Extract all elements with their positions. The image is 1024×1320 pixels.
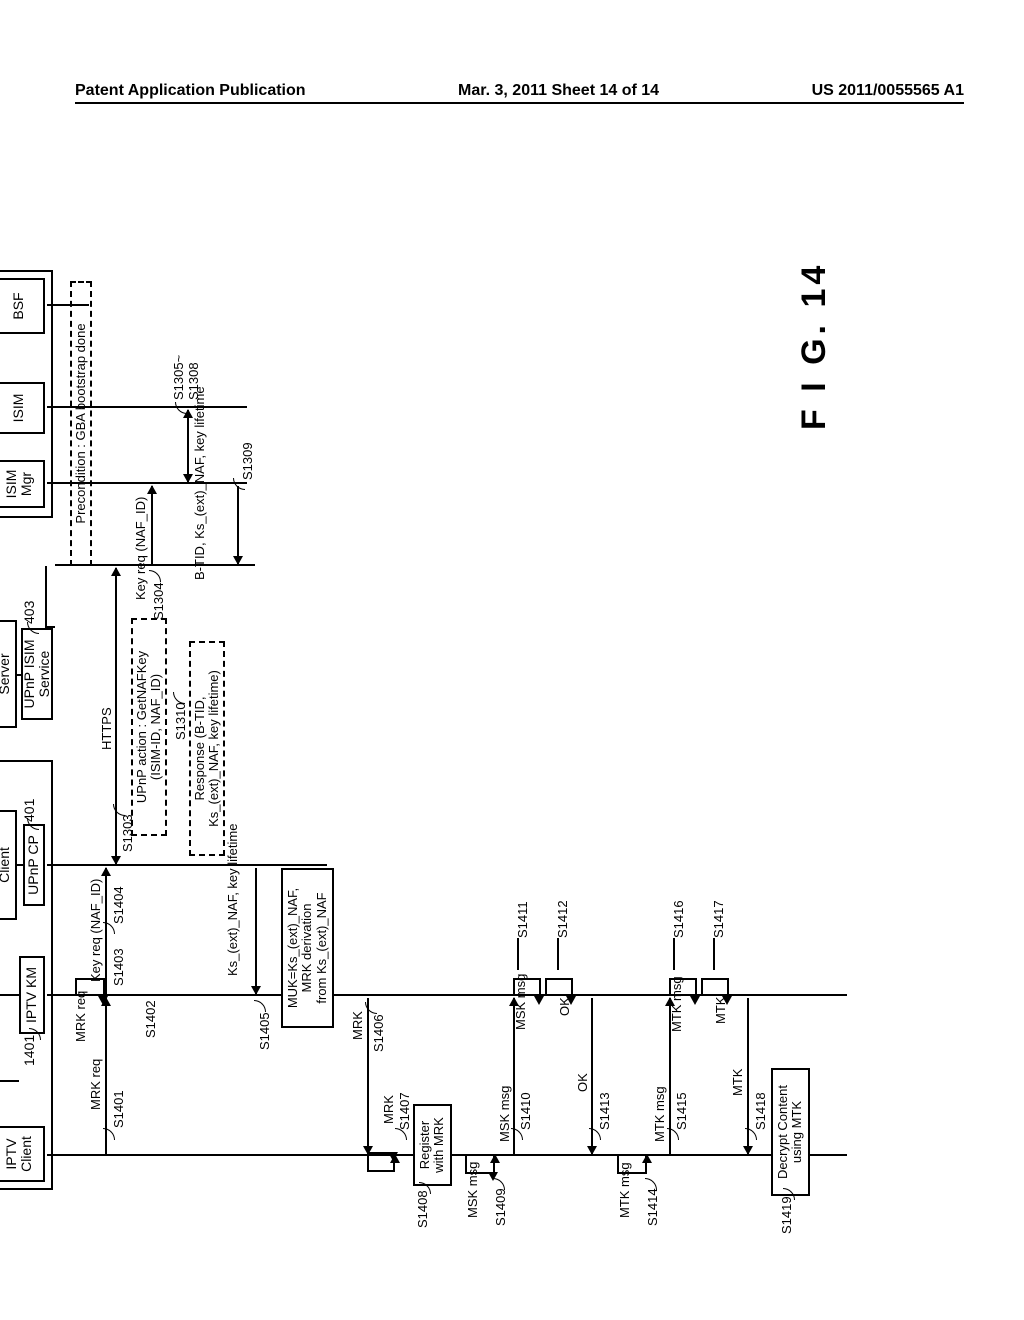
step-s1413: S1413 [597,1092,612,1130]
step-s1406: S1406 [371,1014,386,1052]
arrow-s1305 [187,410,189,482]
upnp-action-box: UPnP action : GetNAFKey (ISIM-ID, NAF_ID… [131,618,167,836]
step-s1416: S1416 [671,900,686,938]
lifeline-remote-client: Remote ISIM Client [0,810,17,920]
label-mrk-1407: MRK [381,1095,396,1124]
label-mtk-1416: MTK msg [669,976,684,1032]
lifeline-bsf: BSF [0,278,45,334]
arrow-s1309 [237,486,239,564]
step-s1412: S1412 [555,900,570,938]
label-mtk-1417: MTK [713,997,728,1024]
step-s1304: S1304 [151,582,166,620]
label-mtk-1418: MTK [730,1069,745,1096]
label-ok-1413: OK [575,1073,590,1092]
step-s1405: S1405 [257,1012,272,1050]
step-s1418: S1418 [753,1092,768,1130]
response-box: Response (B-TID, Ks_(ext)_NAF, key lifet… [189,641,225,856]
header-left: Patent Application Publication [75,82,306,100]
label-s1304: Key req (NAF_ID) [133,497,148,600]
sequence-diagram: ITF 101 Host Device 102 IPTV Client 205 … [5,220,1024,1140]
lifeline-remote-server: Remote ISIM Server [0,620,17,728]
arrow-s1405 [255,868,257,994]
label-s1403: Key req (NAF_ID) [88,879,103,982]
register-box: Register with MRK [413,1104,452,1186]
arrow-s1304 [151,486,153,564]
header-center: Mar. 3, 2011 Sheet 14 of 14 [458,82,659,100]
figure-label: F I G. 14 [795,262,834,430]
step-s1310: S1310 [173,702,188,740]
page-header: Patent Application Publication Mar. 3, 2… [75,82,964,104]
step-s1403: S1403 [111,948,126,986]
lifeline-isim: ISIM [0,382,45,434]
label-msk-1411: MSK msg [513,974,528,1030]
step-s1309: S1309 [240,442,255,480]
header-right: US 2011/0055565 A1 [812,82,964,100]
arrow-https [115,568,117,864]
self-s1417 [701,978,729,996]
step-s1414: S1414 [645,1188,660,1226]
label-mrk-req-2: MRK req [73,991,88,1042]
arrow-s1406 [367,998,369,1154]
step-s1404: S1404 [111,886,126,924]
step-s1410: S1410 [518,1092,533,1130]
lifeline-upnp-service: UPnP ISIM Service [21,628,53,720]
step-s1402: S1402 [143,1000,158,1038]
step-s1409: S1409 [493,1188,508,1226]
label-ok-1412: OK [557,997,572,1016]
step-s1411: S1411 [515,901,530,938]
step-s1415: S1415 [674,1092,689,1130]
decrypt-box: Decrypt Content using MTK [771,1068,810,1196]
step-s1419: S1419 [779,1196,794,1234]
label-s1405: Ks_(ext)_NAF, key lifetime [225,824,240,976]
label-https: HTTPS [99,707,114,750]
label-msk-1410: MSK msg [497,1086,512,1142]
lifeline-isim-mgr-right: ISIM Mgr [0,460,45,508]
precondition-box: Precondition : GBA bootstrap done [70,281,92,566]
lifeline-iptv-km: IPTV KM [19,956,45,1034]
lifeline-upnp-cp: UPnP CP [23,824,45,906]
step-s1417: S1417 [711,900,726,938]
step-s1407: S1407 [397,1092,412,1130]
derivation-box: MUK=Ks_(ext)_NAF, MRK derivation from Ks… [281,868,334,1028]
label-mtk-1415: MTK msg [652,1086,667,1142]
label-s1309: B-TID, Ks_(ext)_NAF, key lifetime [193,386,207,580]
label-s1401: MRK req [88,1059,103,1110]
self-s1412 [545,978,573,996]
label-mrk-1406: MRK [350,1011,365,1040]
step-s1401: S1401 [111,1090,126,1128]
step-s1408: S1408 [415,1190,430,1228]
